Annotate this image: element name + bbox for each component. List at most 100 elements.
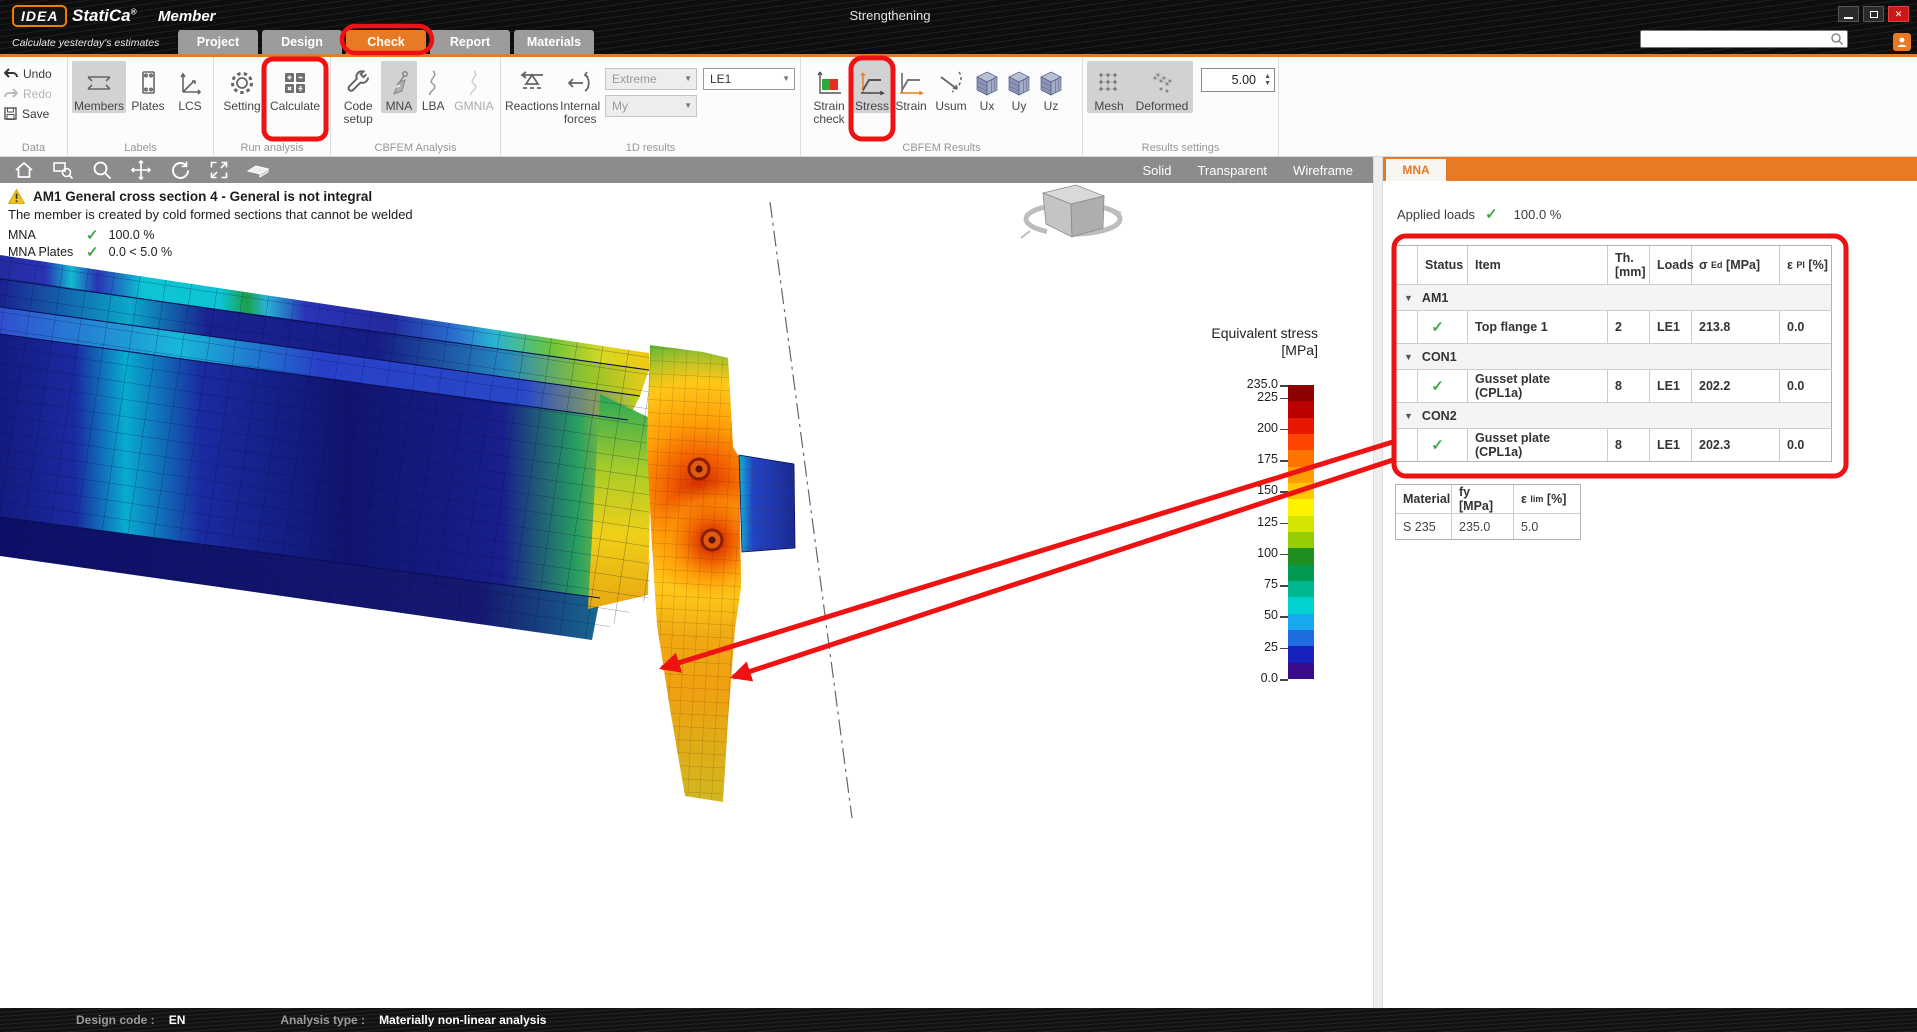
panel-splitter[interactable]: [1373, 157, 1383, 1008]
warning-title: AM1 General cross section 4 - General is…: [33, 189, 372, 204]
load-case-dropdown[interactable]: LE1▼: [703, 68, 795, 90]
status-bar: Design code : EN Analysis type : Materia…: [0, 1008, 1917, 1032]
app-tagline: Calculate yesterday's estimates: [12, 37, 159, 49]
main-tabs: Project Design Check Report Materials: [178, 30, 594, 54]
strain-check-button[interactable]: Strain check: [805, 61, 853, 126]
ux-icon: [974, 66, 1000, 100]
gmnia-button[interactable]: GMNIA: [450, 61, 498, 113]
tab-project[interactable]: Project: [178, 30, 258, 54]
tab-design[interactable]: Design: [262, 30, 342, 54]
mna-button[interactable]: MNA: [381, 61, 416, 113]
maximize-button[interactable]: [1863, 6, 1884, 22]
material-table-header: Material fy [MPa] ε lim [%]: [1396, 485, 1580, 513]
deformed-scale-input[interactable]: 5.00 ▲ ▼: [1201, 68, 1275, 92]
table-row[interactable]: ✓ Top flange 1 2 LE1 213.8 0.0: [1396, 310, 1831, 343]
check-icon: ✓: [1485, 205, 1498, 223]
spin-down-icon[interactable]: ▼: [1264, 80, 1271, 87]
ribbon-group-labels: Members Plates LCS Labels: [68, 57, 214, 156]
uz-icon: [1038, 66, 1064, 100]
lcs-icon: [176, 66, 204, 100]
group-row-am1[interactable]: ▼ AM1: [1396, 284, 1831, 310]
mna-plates-summary: MNA Plates ✓ 0.0 < 5.0 %: [8, 243, 413, 260]
ux-button[interactable]: Ux: [971, 61, 1003, 113]
clipping-icon[interactable]: [246, 159, 270, 181]
wrench-icon: [344, 66, 372, 100]
save-button[interactable]: Save: [4, 105, 64, 122]
home-view-icon[interactable]: [12, 159, 36, 181]
collapse-icon[interactable]: ▼: [1404, 293, 1413, 303]
zoom-fit-icon[interactable]: [207, 159, 231, 181]
deformed-button[interactable]: Deformed: [1131, 61, 1193, 113]
pan-icon[interactable]: [129, 159, 153, 181]
undo-icon: [4, 68, 18, 80]
stress-legend: Equivalent stress[MPa] 235.0225200175150…: [1158, 325, 1373, 885]
view-mode-solid[interactable]: Solid: [1143, 163, 1172, 178]
collapse-icon[interactable]: ▼: [1404, 352, 1413, 362]
analysis-type-label: Analysis type :: [280, 1013, 365, 1027]
zoom-icon[interactable]: [90, 159, 114, 181]
rotate-icon[interactable]: [168, 159, 192, 181]
setting-button[interactable]: Setting: [218, 61, 266, 113]
uy-icon: [1006, 66, 1032, 100]
group-row-con1[interactable]: ▼ CON1: [1396, 343, 1831, 369]
minimize-button[interactable]: [1838, 6, 1859, 22]
view-mode-wireframe[interactable]: Wireframe: [1293, 163, 1353, 178]
ribbon-group-1d-results: Reactions Internal forces Extreme▼ My▼ L…: [501, 57, 801, 156]
spin-up-icon[interactable]: ▲: [1264, 73, 1271, 80]
plates-icon: [134, 66, 162, 100]
search-input[interactable]: [1641, 33, 1830, 45]
extreme-dropdown[interactable]: Extreme▼: [605, 68, 697, 90]
collapse-icon[interactable]: ▼: [1404, 411, 1413, 421]
tab-materials[interactable]: Materials: [514, 30, 594, 54]
material-row[interactable]: S 235 235.0 5.0: [1396, 513, 1580, 539]
check-icon: ✓: [1431, 436, 1444, 454]
3d-viewport[interactable]: Solid Transparent Wireframe: [0, 157, 1373, 1008]
legend-colorbar: [1288, 385, 1314, 679]
deformed-icon: [1148, 66, 1176, 100]
lcs-button[interactable]: LCS: [170, 61, 210, 113]
tab-report[interactable]: Report: [430, 30, 510, 54]
my-dropdown[interactable]: My▼: [605, 95, 697, 117]
plates-button[interactable]: Plates: [126, 61, 170, 113]
results-table: Status Item Th.[mm] Loads σ Ed [MPa] ε P…: [1395, 245, 1832, 462]
stress-button[interactable]: Stress: [853, 61, 891, 113]
table-row[interactable]: ✓ Gusset plate (CPL1a) 8 LE1 202.3 0.0: [1396, 428, 1831, 461]
account-icon[interactable]: [1893, 33, 1911, 51]
uz-button[interactable]: Uz: [1035, 61, 1067, 113]
zoom-window-icon[interactable]: [51, 159, 75, 181]
usum-button[interactable]: Usum: [931, 61, 971, 113]
members-button[interactable]: Members: [72, 61, 126, 113]
code-setup-button[interactable]: Code setup: [335, 61, 381, 126]
redo-button[interactable]: Redo: [4, 85, 64, 102]
tab-check[interactable]: Check: [346, 30, 426, 54]
lba-button[interactable]: LBA: [417, 61, 450, 113]
save-icon: [4, 107, 17, 120]
results-panel: MNA Applied loads ✓ 100.0 % Status Item …: [1383, 157, 1917, 1008]
ribbon-group-run: Setting Calculate Run analysis: [214, 57, 331, 156]
calculate-button[interactable]: Calculate: [266, 61, 324, 113]
reactions-icon: [517, 66, 547, 100]
undo-button[interactable]: Undo: [4, 65, 64, 82]
search-box[interactable]: [1640, 30, 1848, 48]
strain-button[interactable]: Strain: [891, 61, 931, 113]
group-row-con2[interactable]: ▼ CON2: [1396, 402, 1831, 428]
panel-tab-bar: MNA: [1383, 157, 1917, 181]
table-row[interactable]: ✓ Gusset plate (CPL1a) 8 LE1 202.2 0.0: [1396, 369, 1831, 402]
results-table-header: Status Item Th.[mm] Loads σ Ed [MPa] ε P…: [1396, 246, 1831, 284]
uy-button[interactable]: Uy: [1003, 61, 1035, 113]
viewport-toolbar: Solid Transparent Wireframe: [0, 157, 1373, 183]
reactions-button[interactable]: Reactions: [505, 61, 558, 113]
view-mode-transparent[interactable]: Transparent: [1197, 163, 1267, 178]
ribbon-group-cbfem-results: Strain check Stress Strain Usum Ux Uy Uz…: [801, 57, 1083, 156]
legend-title: Equivalent stress[MPa]: [1211, 325, 1318, 359]
mna-icon: [386, 66, 412, 100]
internal-forces-icon: [565, 66, 595, 100]
internal-forces-button[interactable]: Internal forces: [558, 61, 602, 126]
ribbon-group-data: Undo Redo Save Data: [0, 57, 68, 156]
mesh-button[interactable]: Mesh: [1087, 61, 1131, 113]
tab-mna[interactable]: MNA: [1386, 159, 1446, 181]
material-table: Material fy [MPa] ε lim [%] S 235 235.0 …: [1395, 484, 1581, 540]
close-button[interactable]: ✕: [1888, 6, 1909, 22]
ribbon-group-cbfem-analysis: Code setup MNA LBA GMNIA CBFEM Analysis: [331, 57, 501, 156]
document-title: Strengthening: [0, 8, 1780, 23]
